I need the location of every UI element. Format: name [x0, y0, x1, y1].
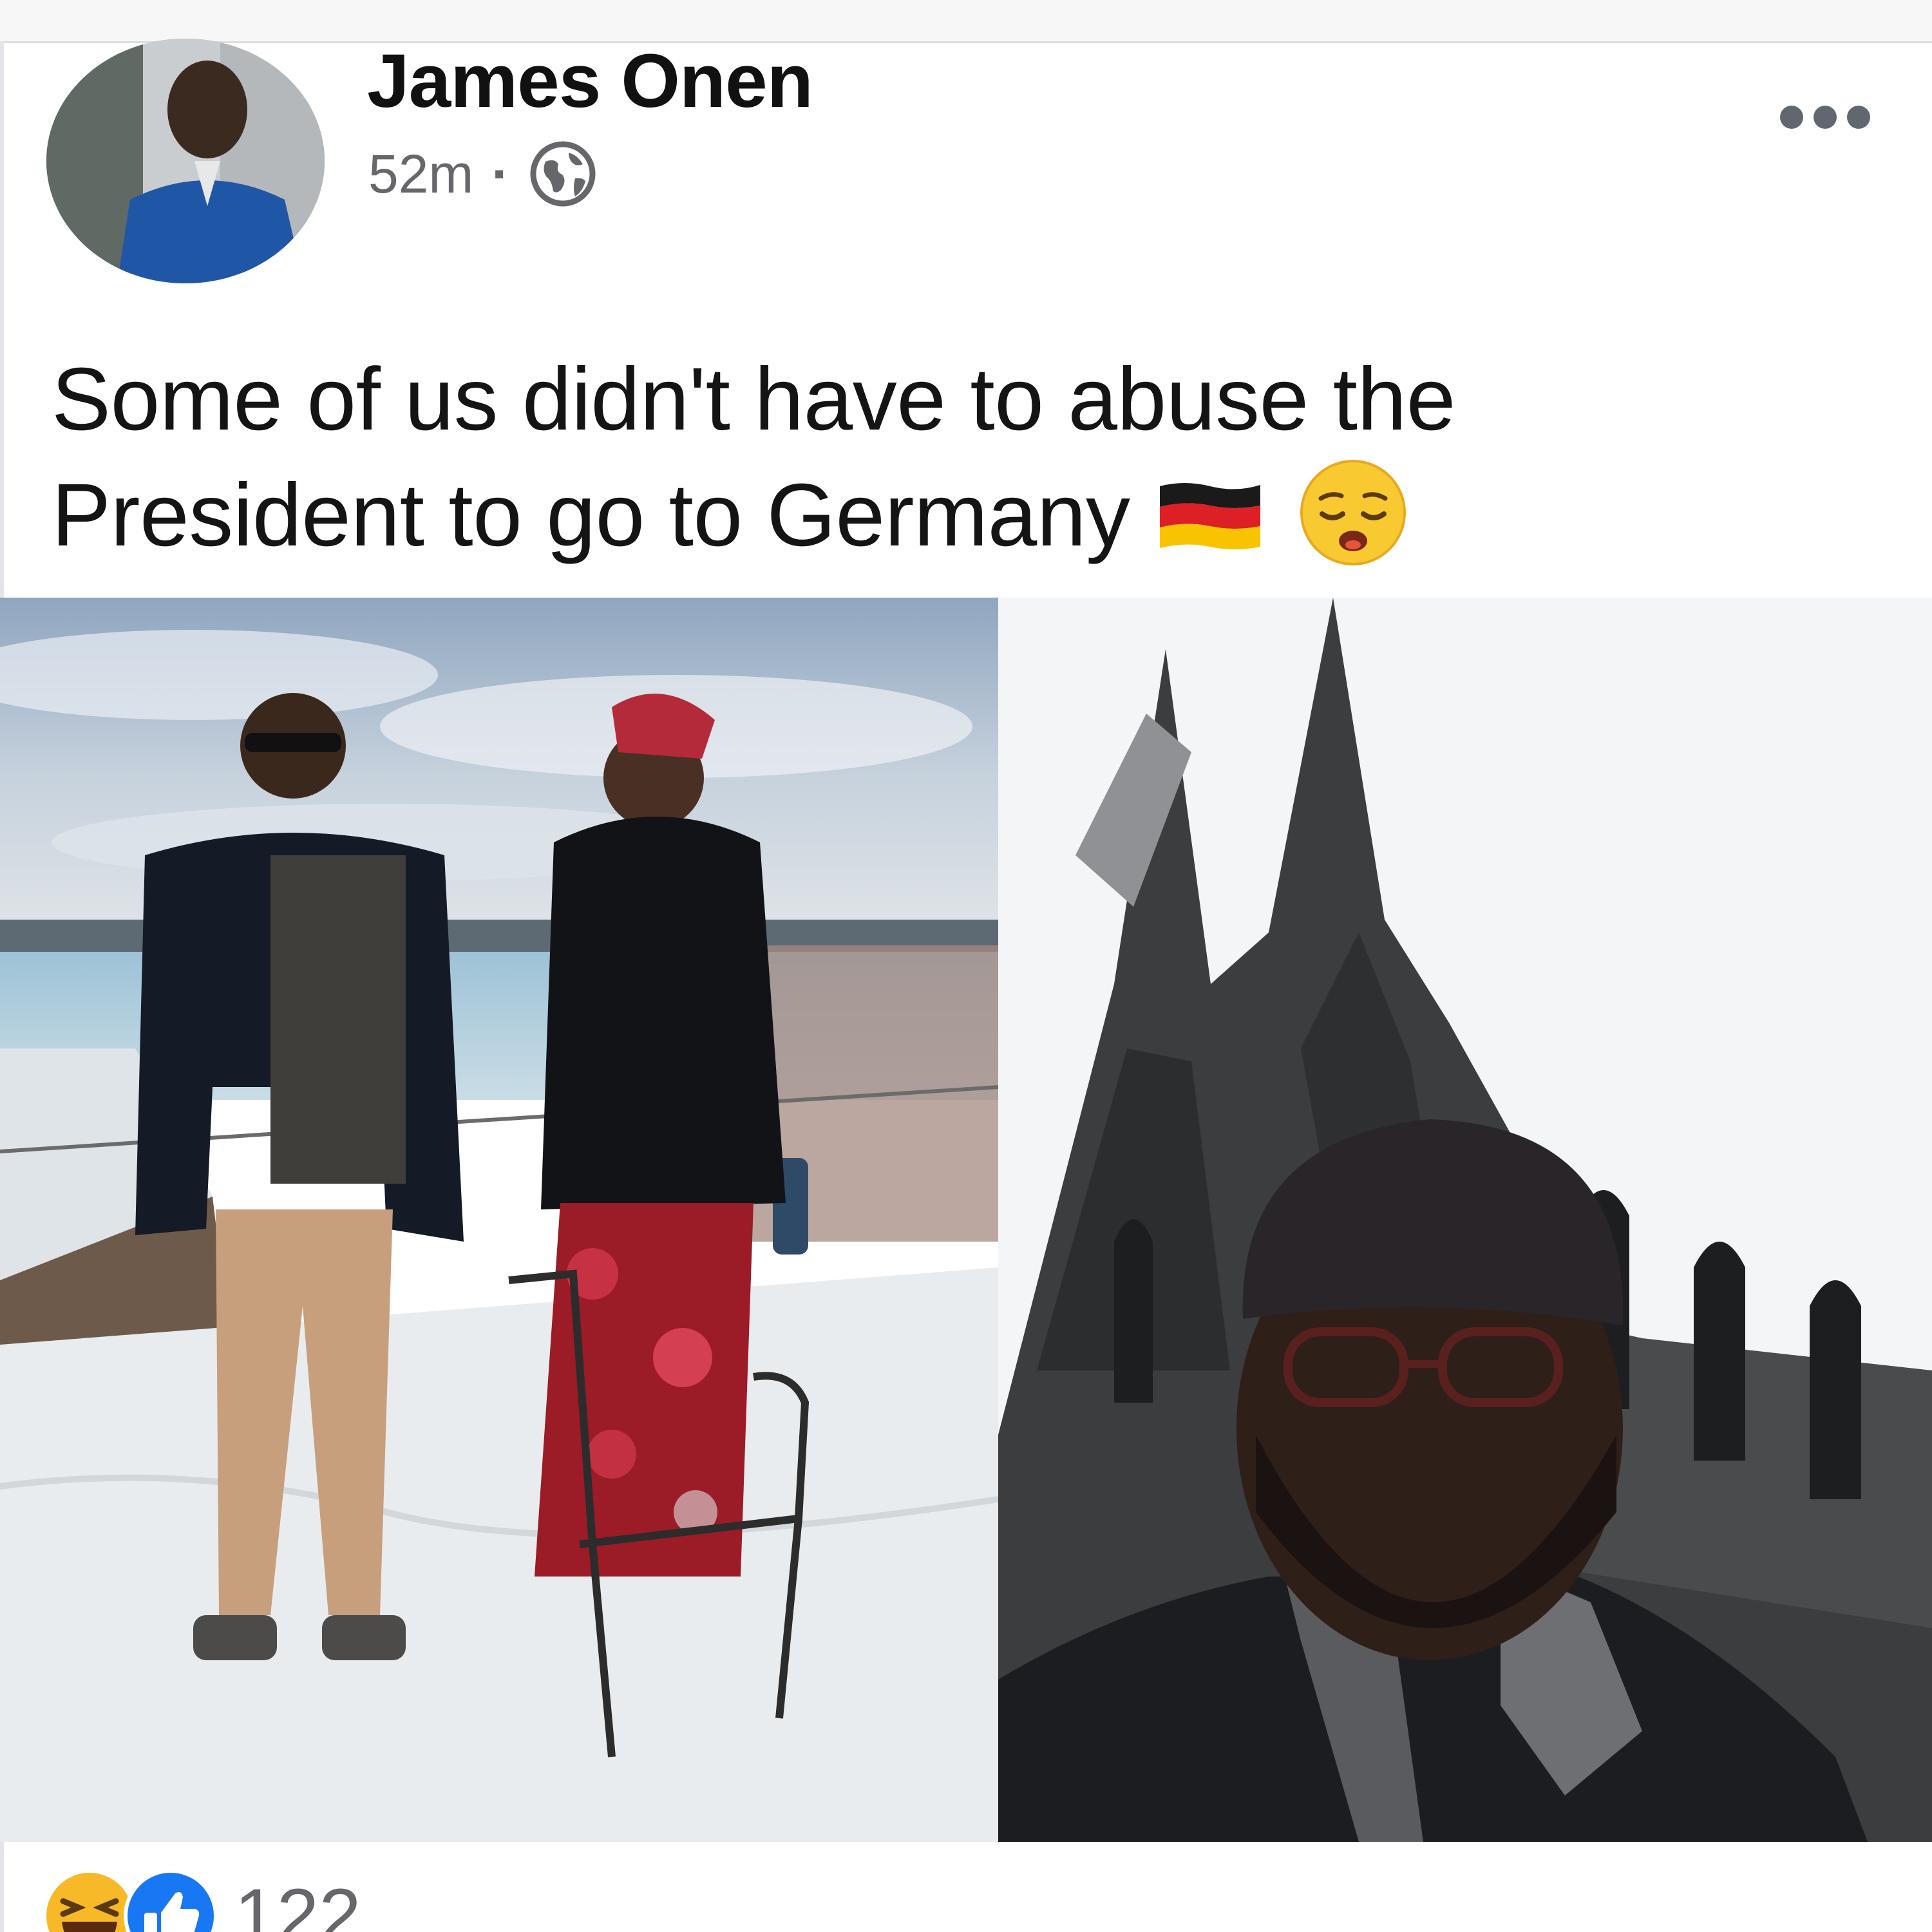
cathedral-selfie-image — [998, 598, 1932, 1842]
more-dot — [1780, 106, 1803, 129]
post-text-line-2: President to go to Germany — [52, 466, 1130, 565]
relieved-face-emoji — [1300, 459, 1406, 565]
like-reaction-icon — [124, 1869, 218, 1932]
globe-icon[interactable] — [527, 138, 598, 209]
post-meta: 52m · — [368, 138, 598, 209]
post-text-line-2-wrap: President to go to Germany — [52, 457, 1726, 573]
post-time[interactable]: 52m — [368, 143, 473, 205]
photo-winter-lakeside[interactable] — [0, 598, 998, 1842]
more-options-icon[interactable] — [1780, 106, 1870, 129]
post-text-line-1: Some of us didn't have to abuse the — [52, 350, 1456, 449]
post-text: Some of us didn't have to abuse the Pres… — [52, 341, 1726, 573]
photo-cathedral-selfie[interactable] — [998, 598, 1932, 1842]
more-dot — [1847, 106, 1870, 129]
author-name[interactable]: James Onen — [367, 37, 813, 125]
avatar-image — [46, 39, 325, 283]
winter-lakeside-image — [0, 598, 998, 1842]
reaction-count[interactable]: 122 — [234, 1868, 361, 1932]
meta-separator: · — [491, 143, 510, 204]
facebook-post: James Onen 52m · Some of us didn't have … — [0, 0, 1932, 1932]
top-divider — [0, 0, 1932, 43]
more-dot — [1814, 106, 1837, 129]
germany-flag-emoji — [1159, 482, 1260, 549]
reactions-bar[interactable]: 122 — [41, 1868, 361, 1932]
author-avatar[interactable] — [46, 39, 325, 283]
